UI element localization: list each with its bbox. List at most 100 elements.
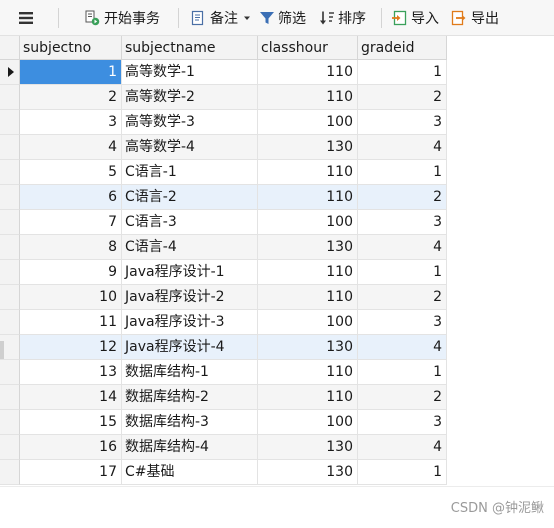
row-indicator[interactable] (0, 435, 20, 460)
cell-gradeid[interactable]: 4 (358, 335, 447, 360)
dropdown-arrow-icon[interactable] (244, 15, 250, 21)
cell-classhour[interactable]: 110 (258, 85, 358, 110)
table-row[interactable]: 10 Java程序设计-2 110 2 (0, 285, 447, 310)
cell-gradeid[interactable]: 2 (358, 85, 447, 110)
cell-gradeid[interactable]: 2 (358, 185, 447, 210)
row-indicator[interactable] (0, 160, 20, 185)
row-indicator[interactable] (0, 60, 20, 85)
cell-subjectno[interactable]: 15 (20, 410, 122, 435)
cell-gradeid[interactable]: 4 (358, 235, 447, 260)
table-row[interactable]: 9 Java程序设计-1 110 1 (0, 260, 447, 285)
table-row[interactable]: 2 高等数学-2 110 2 (0, 85, 447, 110)
table-row[interactable]: 15 数据库结构-3 100 3 (0, 410, 447, 435)
cell-subjectname[interactable]: Java程序设计-3 (122, 310, 258, 335)
cell-subjectno[interactable]: 5 (20, 160, 122, 185)
menu-button[interactable] (18, 0, 34, 36)
table-row[interactable]: 1 高等数学-1 110 1 (0, 60, 447, 85)
row-indicator[interactable] (0, 385, 20, 410)
cell-classhour[interactable]: 130 (258, 135, 358, 160)
import-button[interactable]: 导入 (391, 0, 439, 36)
table-row[interactable]: 7 C语言-3 100 3 (0, 210, 447, 235)
table-row[interactable]: 17 C#基础 130 1 (0, 460, 447, 485)
table-row[interactable]: 11 Java程序设计-3 100 3 (0, 310, 447, 335)
cell-classhour[interactable]: 100 (258, 210, 358, 235)
cell-subjectname[interactable]: 数据库结构-2 (122, 385, 258, 410)
cell-subjectname[interactable]: C语言-1 (122, 160, 258, 185)
cell-subjectname[interactable]: C语言-3 (122, 210, 258, 235)
cell-subjectno[interactable]: 1 (20, 60, 122, 85)
header-corner[interactable] (0, 36, 20, 60)
sort-button[interactable]: 排序 (319, 0, 366, 36)
cell-subjectname[interactable]: Java程序设计-2 (122, 285, 258, 310)
row-indicator[interactable] (0, 235, 20, 260)
cell-classhour[interactable]: 130 (258, 235, 358, 260)
column-header-classhour[interactable]: classhour (258, 36, 358, 60)
cell-classhour[interactable]: 130 (258, 335, 358, 360)
cell-classhour[interactable]: 110 (258, 260, 358, 285)
cell-gradeid[interactable]: 2 (358, 385, 447, 410)
cell-classhour[interactable]: 110 (258, 385, 358, 410)
cell-gradeid[interactable]: 4 (358, 135, 447, 160)
row-indicator[interactable] (0, 85, 20, 110)
cell-subjectno[interactable]: 9 (20, 260, 122, 285)
cell-subjectname[interactable]: C语言-4 (122, 235, 258, 260)
column-header-subjectname[interactable]: subjectname (122, 36, 258, 60)
table-row[interactable]: 3 高等数学-3 100 3 (0, 110, 447, 135)
cell-classhour[interactable]: 130 (258, 460, 358, 485)
filter-button[interactable]: 筛选 (259, 0, 306, 36)
cell-gradeid[interactable]: 3 (358, 410, 447, 435)
row-indicator[interactable] (0, 185, 20, 210)
cell-classhour[interactable]: 110 (258, 360, 358, 385)
cell-gradeid[interactable]: 4 (358, 435, 447, 460)
cell-subjectname[interactable]: 高等数学-4 (122, 135, 258, 160)
scrollbar-thumb[interactable] (0, 341, 4, 359)
row-indicator[interactable] (0, 110, 20, 135)
row-indicator[interactable] (0, 360, 20, 385)
cell-subjectname[interactable]: 高等数学-3 (122, 110, 258, 135)
row-indicator[interactable] (0, 285, 20, 310)
cell-subjectname[interactable]: 数据库结构-1 (122, 360, 258, 385)
table-row[interactable]: 5 C语言-1 110 1 (0, 160, 447, 185)
row-indicator[interactable] (0, 260, 20, 285)
cell-subjectno[interactable]: 13 (20, 360, 122, 385)
table-row[interactable]: 14 数据库结构-2 110 2 (0, 385, 447, 410)
cell-classhour[interactable]: 130 (258, 435, 358, 460)
table-row[interactable]: 6 C语言-2 110 2 (0, 185, 447, 210)
row-indicator[interactable] (0, 310, 20, 335)
cell-classhour[interactable]: 100 (258, 310, 358, 335)
notes-button[interactable]: 备注 (190, 0, 250, 36)
cell-gradeid[interactable]: 2 (358, 285, 447, 310)
begin-transaction-button[interactable]: 开始事务 (84, 0, 160, 36)
row-indicator[interactable] (0, 410, 20, 435)
table-row[interactable]: 8 C语言-4 130 4 (0, 235, 447, 260)
cell-subjectno[interactable]: 17 (20, 460, 122, 485)
cell-classhour[interactable]: 110 (258, 160, 358, 185)
cell-subjectno[interactable]: 3 (20, 110, 122, 135)
cell-subjectno[interactable]: 2 (20, 85, 122, 110)
cell-gradeid[interactable]: 1 (358, 60, 447, 85)
cell-subjectno[interactable]: 6 (20, 185, 122, 210)
cell-gradeid[interactable]: 3 (358, 210, 447, 235)
cell-gradeid[interactable]: 3 (358, 310, 447, 335)
cell-subjectname[interactable]: 数据库结构-3 (122, 410, 258, 435)
cell-subjectno[interactable]: 10 (20, 285, 122, 310)
table-row[interactable]: 13 数据库结构-1 110 1 (0, 360, 447, 385)
cell-subjectname[interactable]: C#基础 (122, 460, 258, 485)
row-indicator[interactable] (0, 460, 20, 485)
cell-subjectname[interactable]: Java程序设计-4 (122, 335, 258, 360)
table-row[interactable]: 4 高等数学-4 130 4 (0, 135, 447, 160)
cell-subjectno[interactable]: 12 (20, 335, 122, 360)
cell-subjectno[interactable]: 16 (20, 435, 122, 460)
cell-subjectno[interactable]: 4 (20, 135, 122, 160)
cell-gradeid[interactable]: 1 (358, 460, 447, 485)
cell-gradeid[interactable]: 1 (358, 260, 447, 285)
cell-subjectname[interactable]: C语言-2 (122, 185, 258, 210)
cell-gradeid[interactable]: 3 (358, 110, 447, 135)
cell-classhour[interactable]: 110 (258, 60, 358, 85)
cell-subjectname[interactable]: 高等数学-1 (122, 60, 258, 85)
row-indicator[interactable] (0, 135, 20, 160)
column-header-subjectno[interactable]: subjectno (20, 36, 122, 60)
column-header-gradeid[interactable]: gradeid (358, 36, 447, 60)
cell-subjectno[interactable]: 8 (20, 235, 122, 260)
cell-classhour[interactable]: 100 (258, 410, 358, 435)
